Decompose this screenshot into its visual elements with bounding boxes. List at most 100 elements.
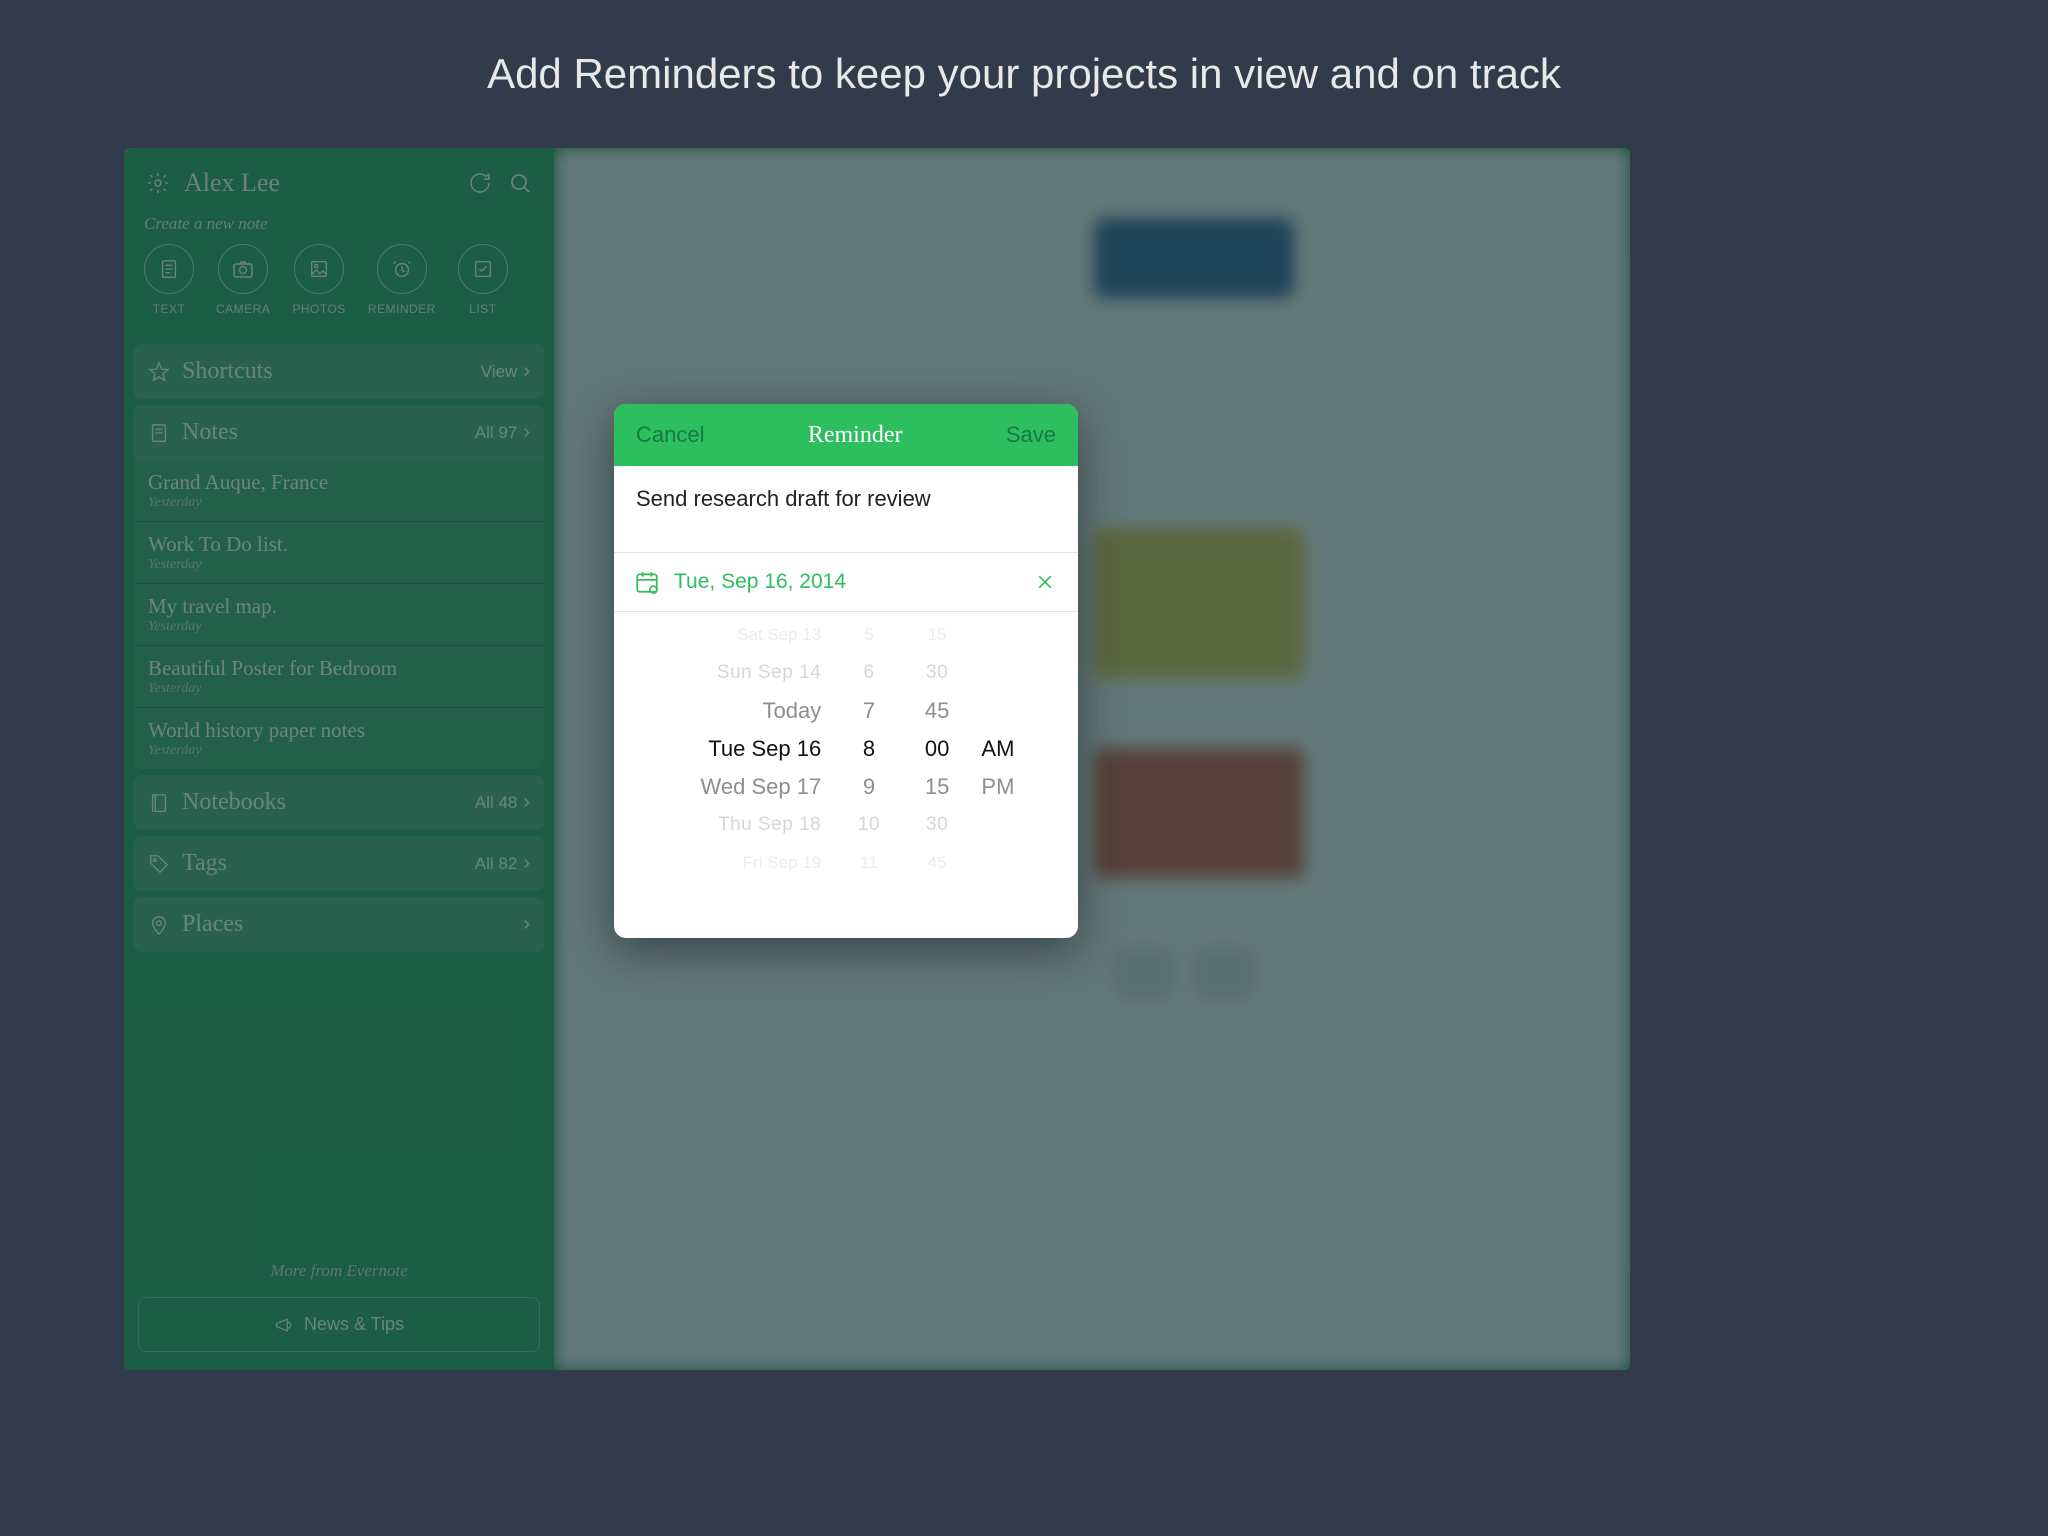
picker-row: 15 xyxy=(928,616,947,654)
username[interactable]: Alex Lee xyxy=(184,168,454,198)
reminder-date-text: Tue, Sep 16, 2014 xyxy=(674,570,1018,594)
note-item[interactable]: Beautiful Poster for BedroomYesterday xyxy=(134,645,544,707)
notebooks-count: All 48 xyxy=(475,793,518,813)
note-title: Beautiful Poster for Bedroom xyxy=(148,656,530,681)
notebook-icon xyxy=(148,792,170,814)
note-title: Grand Auque, France xyxy=(148,470,530,495)
picker-row: Thu Sep 18 xyxy=(718,806,821,844)
picker-hour-column[interactable]: 5 6 7 8 9 10 11 xyxy=(839,616,899,872)
text-icon xyxy=(158,258,180,280)
picker-row: 9 xyxy=(863,768,875,806)
create-note-label: Create a new note xyxy=(124,214,554,244)
star-icon xyxy=(148,361,170,383)
note-sub: Yesterday xyxy=(148,743,530,759)
new-photos-note[interactable]: PHOTOS xyxy=(292,244,345,316)
news-tips-label: News & Tips xyxy=(304,1314,404,1335)
picker-row: 10 xyxy=(858,806,880,844)
picker-row-selected: Tue Sep 16 xyxy=(708,730,821,768)
note-sub: Yesterday xyxy=(148,681,530,697)
new-list-label: LIST xyxy=(469,302,496,316)
note-title: My travel map. xyxy=(148,594,530,619)
cancel-button[interactable]: Cancel xyxy=(636,422,704,448)
list-icon xyxy=(472,258,494,280)
note-icon xyxy=(148,422,170,444)
tag-icon xyxy=(148,853,170,875)
note-sub: Yesterday xyxy=(148,619,530,635)
shortcuts-header[interactable]: Shortcuts View› xyxy=(134,344,544,399)
shortcuts-right: View xyxy=(481,362,518,382)
tags-title: Tags xyxy=(182,850,463,877)
picker-minute-column[interactable]: 15 30 45 00 15 30 45 xyxy=(899,616,976,872)
note-sub: Yesterday xyxy=(148,557,530,573)
note-sub: Yesterday xyxy=(148,495,530,511)
picker-row: 30 xyxy=(926,806,948,844)
chevron-right-icon: › xyxy=(523,421,530,444)
page-heading: Add Reminders to keep your projects in v… xyxy=(0,0,2048,98)
megaphone-icon xyxy=(274,1315,294,1335)
new-list-note[interactable]: LIST xyxy=(458,244,508,316)
calendar-icon xyxy=(634,569,660,595)
tags-count: All 82 xyxy=(475,854,518,874)
new-text-label: TEXT xyxy=(153,302,186,316)
new-text-note[interactable]: TEXT xyxy=(144,244,194,316)
picker-row: Wed Sep 17 xyxy=(701,768,822,806)
shortcuts-title: Shortcuts xyxy=(182,358,469,385)
new-photos-label: PHOTOS xyxy=(292,302,345,316)
places-title: Places xyxy=(182,911,511,938)
picker-row-selected: 8 xyxy=(863,730,875,768)
places-header[interactable]: Places › xyxy=(134,897,544,952)
picker-row: PM xyxy=(981,768,1014,806)
picker-row: Sun Sep 14 xyxy=(717,654,821,692)
picker-row: 5 xyxy=(864,616,873,654)
reminder-modal: Cancel Reminder Save Send research draft… xyxy=(614,404,1078,938)
more-from-label: More from Evernote xyxy=(124,1261,554,1281)
notes-title: Notes xyxy=(182,419,463,446)
sync-icon[interactable] xyxy=(466,169,494,197)
picker-day-column[interactable]: Sat Sep 13 Sun Sep 14 Today Tue Sep 16 W… xyxy=(634,616,839,872)
camera-icon xyxy=(231,257,255,281)
picker-row: 30 xyxy=(926,654,948,692)
picker-row: Sat Sep 13 xyxy=(737,616,821,654)
chevron-right-icon: › xyxy=(523,852,530,875)
note-item[interactable]: World history paper notesYesterday xyxy=(134,707,544,769)
photos-icon xyxy=(308,258,330,280)
news-tips-button[interactable]: News & Tips xyxy=(138,1297,540,1352)
notebooks-title: Notebooks xyxy=(182,789,463,816)
note-item[interactable]: My travel map.Yesterday xyxy=(134,583,544,645)
picker-row: 45 xyxy=(925,692,949,730)
chevron-right-icon: › xyxy=(523,791,530,814)
chevron-right-icon: › xyxy=(523,913,530,936)
note-item[interactable]: Work To Do list.Yesterday xyxy=(134,521,544,583)
picker-row-selected: 00 xyxy=(925,730,949,768)
picker-row: Today xyxy=(763,692,822,730)
modal-header: Cancel Reminder Save xyxy=(614,404,1078,466)
note-item[interactable]: Grand Auque, FranceYesterday xyxy=(134,460,544,521)
note-title: World history paper notes xyxy=(148,718,530,743)
tags-header[interactable]: Tags All 82› xyxy=(134,836,544,891)
picker-ampm-column[interactable]: AM PM xyxy=(975,616,1058,872)
datetime-picker[interactable]: Sat Sep 13 Sun Sep 14 Today Tue Sep 16 W… xyxy=(614,612,1078,872)
new-reminder-label: REMINDER xyxy=(368,302,436,316)
picker-row: 6 xyxy=(863,654,874,692)
save-button[interactable]: Save xyxy=(1006,422,1056,448)
search-icon[interactable] xyxy=(506,169,534,197)
reminder-note-title[interactable]: Send research draft for review xyxy=(614,466,1078,553)
modal-title: Reminder xyxy=(808,422,903,449)
new-camera-note[interactable]: CAMERA xyxy=(216,244,270,316)
picker-row: Fri Sep 19 xyxy=(743,844,821,872)
new-note-row: TEXT CAMERA PHOTOS REMINDER LIST xyxy=(124,244,554,338)
notes-count: All 97 xyxy=(475,423,518,443)
reminder-icon xyxy=(391,258,413,280)
note-title: Work To Do list. xyxy=(148,532,530,557)
notebooks-header[interactable]: Notebooks All 48› xyxy=(134,775,544,830)
chevron-right-icon: › xyxy=(523,360,530,383)
clear-date-button[interactable] xyxy=(1032,569,1058,595)
new-reminder-note[interactable]: REMINDER xyxy=(368,244,436,316)
sidebar: Alex Lee Create a new note TEXT CAMERA P… xyxy=(124,148,554,1370)
picker-row: 11 xyxy=(860,844,878,872)
settings-gear-icon[interactable] xyxy=(144,169,172,197)
picker-row: 7 xyxy=(863,692,875,730)
reminder-date-row[interactable]: Tue, Sep 16, 2014 xyxy=(614,553,1078,612)
new-camera-label: CAMERA xyxy=(216,302,270,316)
notes-header[interactable]: Notes All 97› xyxy=(134,405,544,460)
